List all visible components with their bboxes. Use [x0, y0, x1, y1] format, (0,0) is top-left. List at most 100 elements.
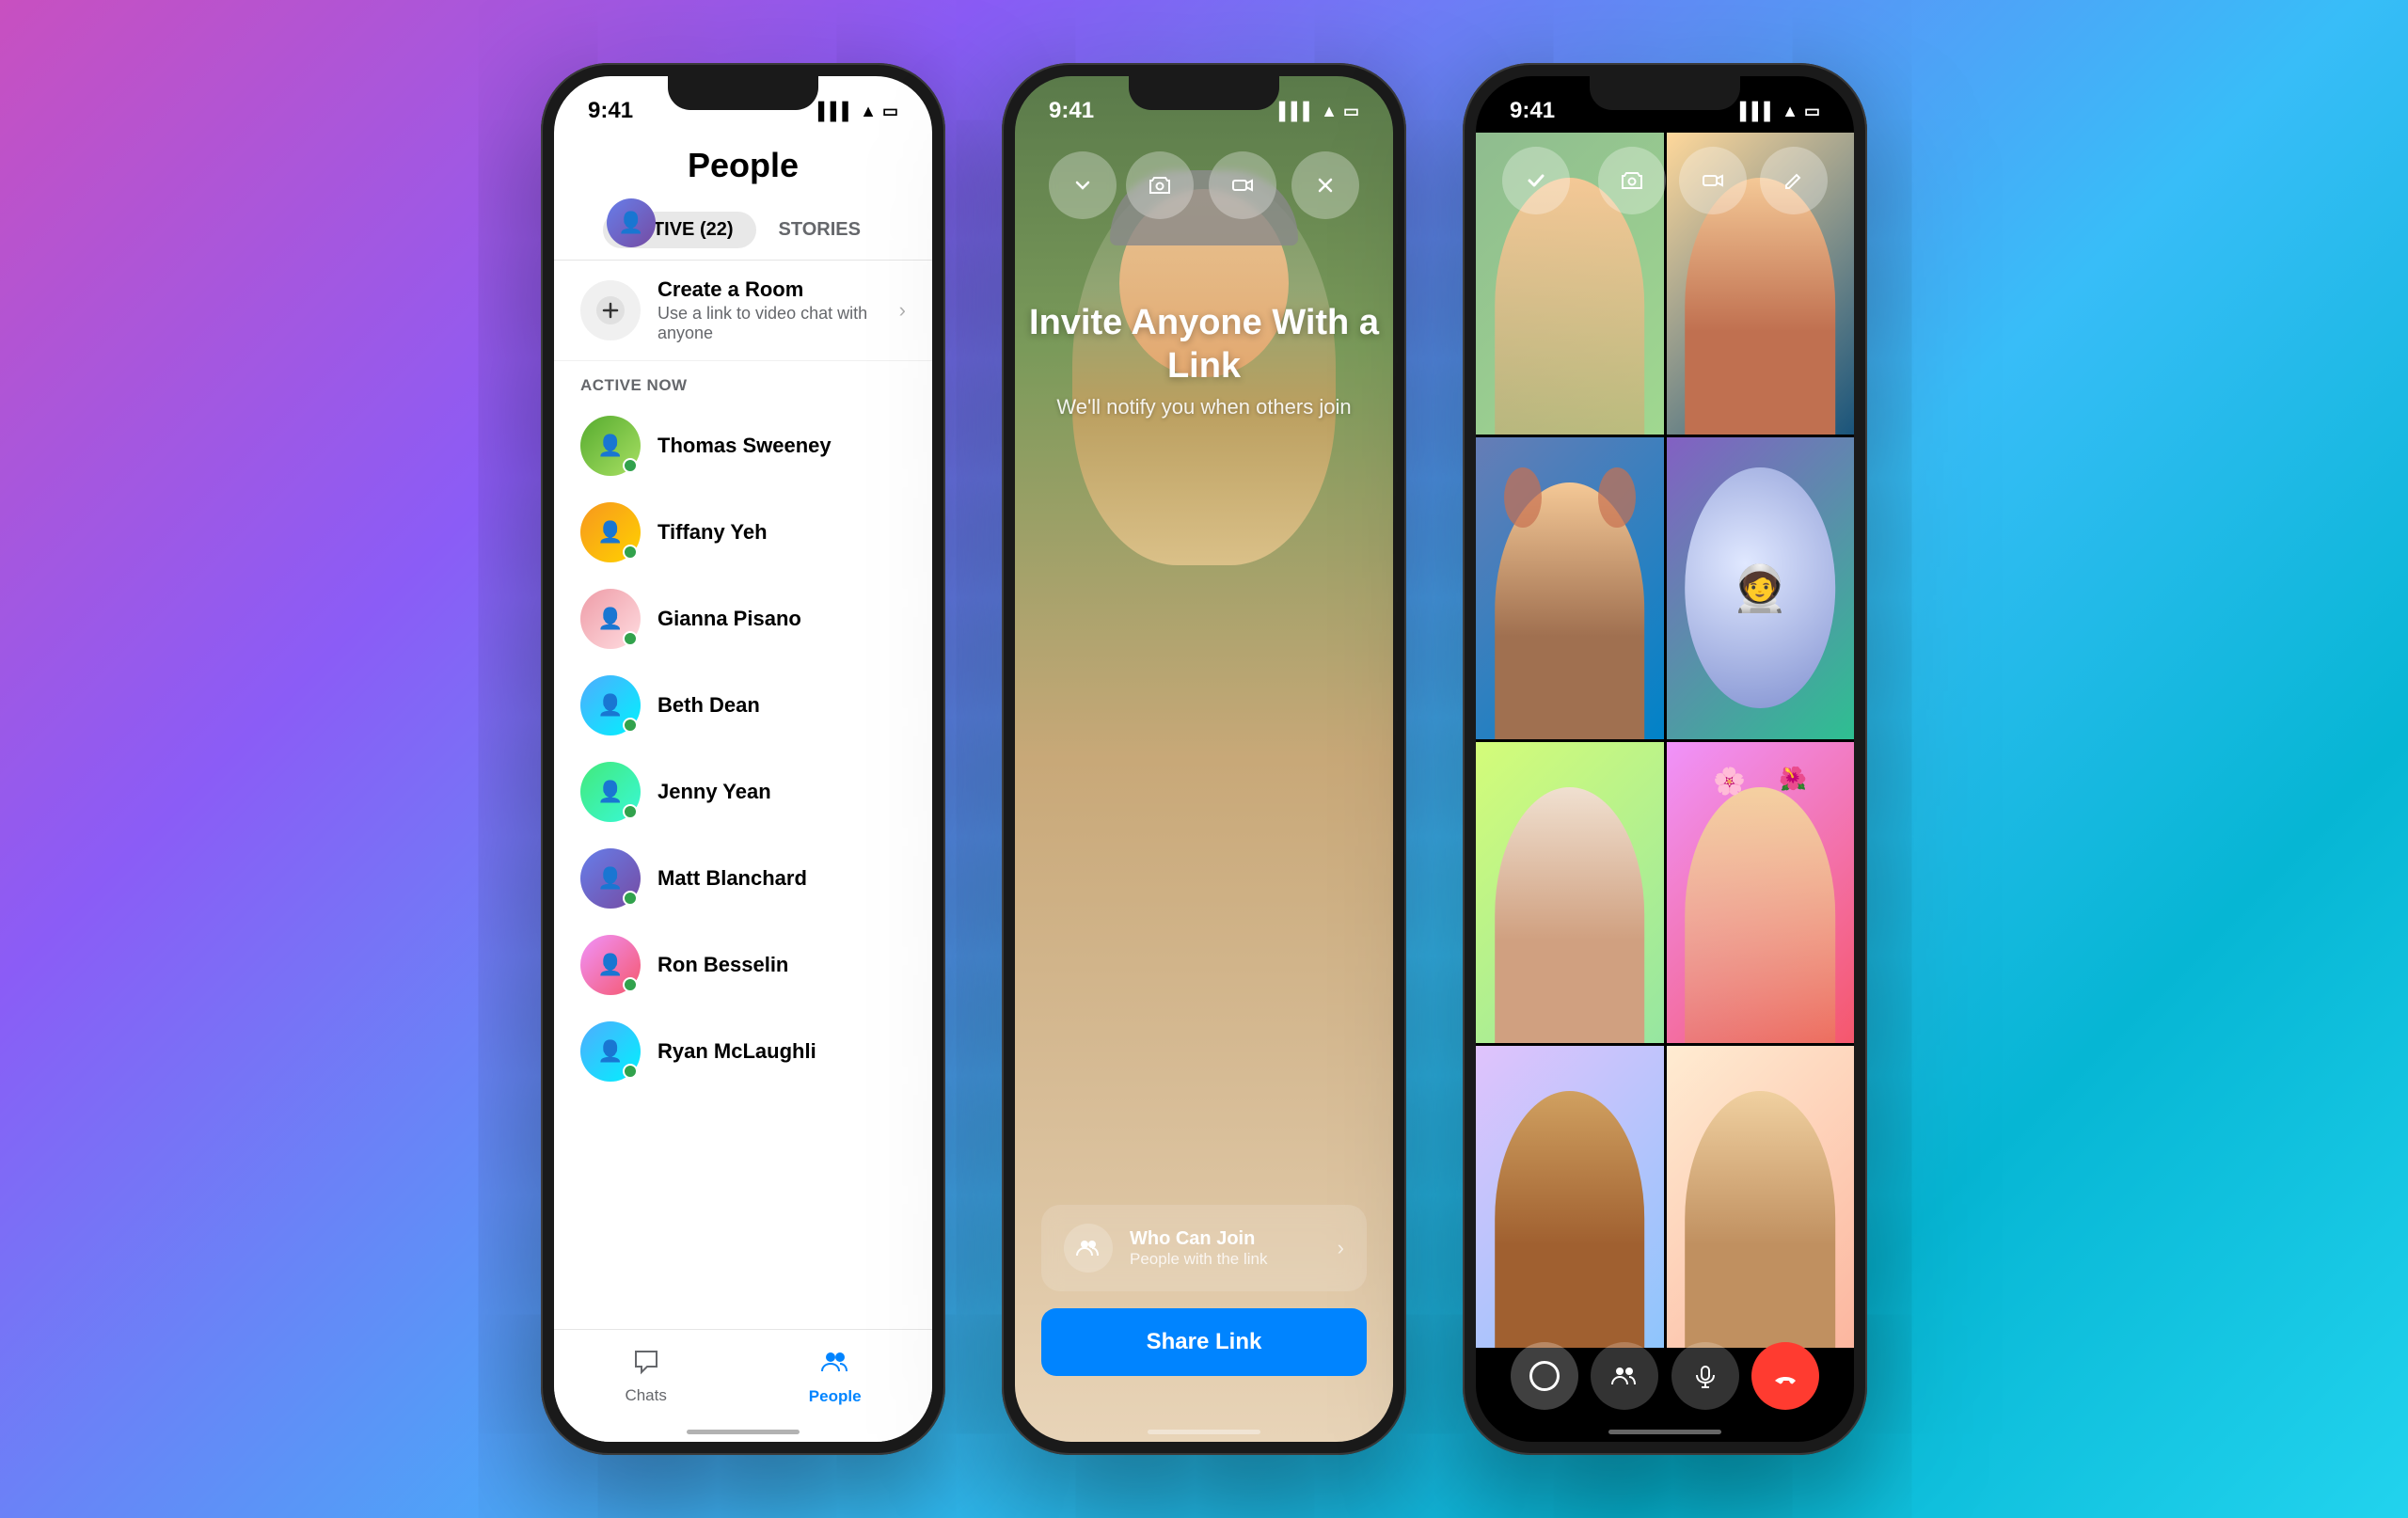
signal-icon: ▌▌▌	[1279, 102, 1315, 121]
create-room-row[interactable]: Create a Room Use a link to video chat w…	[554, 261, 932, 361]
minimize-button[interactable]	[1049, 151, 1117, 219]
home-indicator-3	[1608, 1430, 1721, 1434]
who-text: Who Can Join People with the link	[1130, 1228, 1321, 1269]
video-button-3[interactable]	[1679, 147, 1747, 214]
create-room-icon	[580, 280, 641, 340]
avatar-wrap: 👤	[580, 762, 641, 822]
people-icon	[820, 1347, 850, 1384]
phone-1: 9:41 ▌▌▌ ▲ ▭ 👤 People ACTIVE (22) STORIE…	[541, 63, 945, 1455]
video-button[interactable]	[1209, 151, 1276, 219]
list-item[interactable]: 👤 Ron Besselin	[554, 922, 932, 1008]
avatar-wrap: 👤	[580, 675, 641, 735]
flower-filter: 🌸	[1713, 766, 1746, 797]
profile-avatar[interactable]: 👤	[607, 198, 656, 247]
chevron-right-icon: ›	[1338, 1236, 1344, 1260]
online-indicator	[623, 977, 638, 992]
participant-face-1	[1495, 178, 1645, 435]
flower-filter-2: 🌺	[1779, 766, 1807, 793]
home-indicator	[687, 1430, 800, 1434]
online-indicator	[623, 631, 638, 646]
grid-cell-7	[1476, 1046, 1664, 1348]
participant-face-8	[1685, 1091, 1835, 1348]
avatar-wrap: 👤	[580, 935, 641, 995]
person-name: Jenny Yean	[657, 780, 771, 804]
status-time-1: 9:41	[588, 98, 633, 124]
list-item[interactable]: 👤 Jenny Yean	[554, 749, 932, 835]
wifi-icon: ▲	[860, 102, 877, 121]
avatar-wrap: 👤	[580, 1021, 641, 1082]
status-time-2: 9:41	[1049, 98, 1094, 124]
who-subtitle: People with the link	[1130, 1250, 1321, 1269]
nav-people[interactable]: People	[809, 1347, 862, 1406]
edit-icon[interactable]	[1760, 147, 1828, 214]
bottom-nav: Chats People	[554, 1329, 932, 1442]
battery-icon: ▭	[1804, 102, 1820, 121]
avatar-wrap: 👤	[580, 589, 641, 649]
nav-people-label: People	[809, 1387, 862, 1406]
create-room-subtitle: Use a link to video chat with anyone	[657, 304, 882, 343]
call-top-controls	[1476, 147, 1854, 214]
status-icons-1: ▌▌▌ ▲ ▭	[818, 102, 898, 121]
check-button[interactable]	[1502, 147, 1570, 214]
person-name: Tiffany Yeh	[657, 520, 768, 545]
avatar-wrap: 👤	[580, 416, 641, 476]
local-video-button[interactable]	[1511, 1342, 1578, 1410]
list-item[interactable]: 👤 Matt Blanchard	[554, 835, 932, 922]
status-time-3: 9:41	[1510, 98, 1555, 124]
wifi-icon: ▲	[1782, 102, 1798, 121]
online-indicator	[623, 458, 638, 473]
create-room-text: Create a Room Use a link to video chat w…	[657, 277, 882, 343]
online-indicator	[623, 1064, 638, 1079]
signal-icon: ▌▌▌	[818, 102, 854, 121]
astronaut-avatar: 🧑‍🚀	[1685, 467, 1835, 709]
grid-cell-4: 🧑‍🚀	[1667, 437, 1855, 739]
create-room-title: Create a Room	[657, 277, 882, 302]
list-item[interactable]: 👤 Ryan McLaughli	[554, 1008, 932, 1095]
status-icons-2: ▌▌▌ ▲ ▭	[1279, 102, 1359, 121]
page-title: People	[573, 146, 913, 185]
tab-stories[interactable]: STORIES	[756, 212, 883, 248]
list-item[interactable]: 👤 Thomas Sweeney	[554, 403, 932, 489]
invite-overlay: Invite Anyone With a Link We'll notify y…	[1015, 302, 1393, 419]
mute-button[interactable]	[1671, 1342, 1739, 1410]
notch-3	[1590, 76, 1740, 110]
person-name: Thomas Sweeney	[657, 434, 832, 458]
participant-face-2	[1685, 178, 1835, 435]
people-list: 👤 Thomas Sweeney 👤 Tiffany Yeh 👤 Gianna …	[554, 403, 932, 1095]
flip-camera-button[interactable]	[1126, 151, 1194, 219]
person-name: Ryan McLaughli	[657, 1039, 816, 1064]
home-indicator-2	[1148, 1430, 1260, 1434]
active-now-label: ACTIVE NOW	[554, 361, 932, 403]
list-item[interactable]: 👤 Beth Dean	[554, 662, 932, 749]
list-item[interactable]: 👤 Gianna Pisano	[554, 576, 932, 662]
list-item[interactable]: 👤 Tiffany Yeh	[554, 489, 932, 576]
avatar-wrap: 👤	[580, 848, 641, 909]
people-header: 👤 People	[554, 133, 932, 200]
person-name: Gianna Pisano	[657, 607, 801, 631]
person-name: Matt Blanchard	[657, 866, 807, 891]
close-button[interactable]	[1291, 151, 1359, 219]
end-call-button[interactable]	[1751, 1342, 1819, 1410]
who-can-join-row[interactable]: Who Can Join People with the link ›	[1041, 1205, 1367, 1291]
flip-camera-button-3[interactable]	[1598, 147, 1666, 214]
grid-cell-5	[1476, 742, 1664, 1044]
nav-chats[interactable]: Chats	[625, 1348, 666, 1405]
participant-face-6	[1685, 787, 1835, 1044]
participant-face-5	[1495, 787, 1645, 1044]
circle-btn-icon	[1529, 1361, 1560, 1391]
participants-button[interactable]	[1591, 1342, 1658, 1410]
call-controls-bottom	[1476, 1329, 1854, 1423]
avatar-wrap: 👤	[580, 502, 641, 562]
chat-icon	[632, 1348, 660, 1383]
participant-face-7	[1495, 1091, 1645, 1348]
phone-3: 9:41 ▌▌▌ ▲ ▭	[1463, 63, 1867, 1455]
grid-cell-6: 🌸 🌺	[1667, 742, 1855, 1044]
group-icon	[1064, 1224, 1113, 1273]
online-indicator	[623, 545, 638, 560]
share-link-button[interactable]: Share Link	[1041, 1308, 1367, 1376]
invite-title: Invite Anyone With a Link	[1015, 302, 1393, 387]
wifi-icon: ▲	[1321, 102, 1338, 121]
video-controls-top	[1015, 151, 1393, 219]
chevron-right-icon: ›	[899, 298, 906, 323]
person-name: Ron Besselin	[657, 953, 788, 977]
